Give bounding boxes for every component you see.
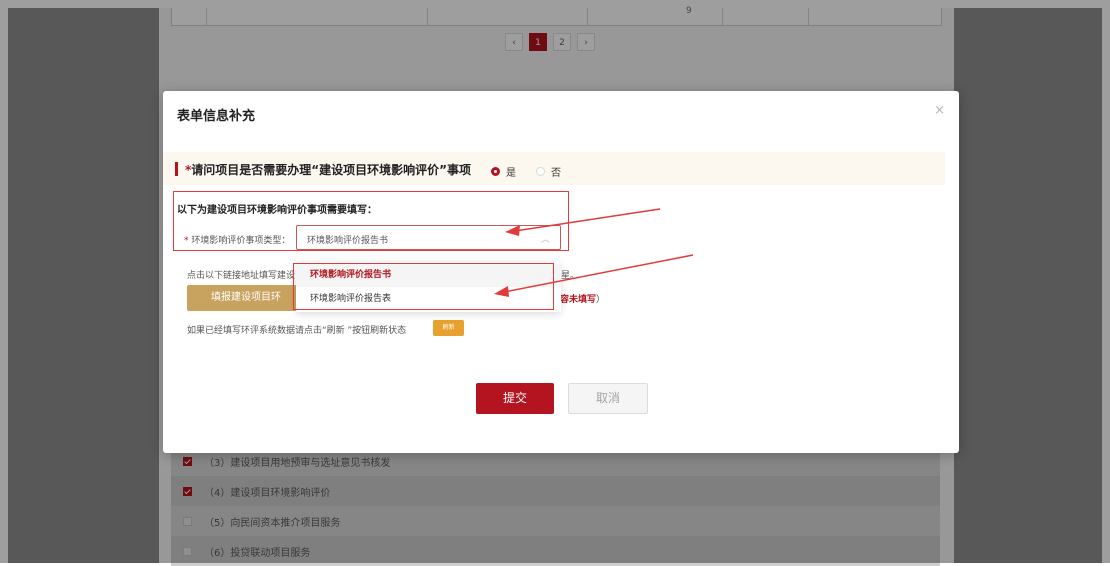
refresh-hint: 如果已经填写环评系统数据请点击“刷新 ”按钮刷新状态 <box>187 326 407 336</box>
radio-no[interactable]: 否 <box>536 164 561 179</box>
section-marker <box>175 162 178 176</box>
radio-yes[interactable]: 是 <box>491 164 516 179</box>
radio-checked-icon <box>491 167 500 176</box>
fill-eia-button[interactable]: 填报建设项目环 <box>187 285 297 311</box>
radio-no-label: 否 <box>551 168 561 179</box>
refresh-button[interactable]: 刷新 <box>433 320 464 336</box>
annotation-box-dropdown <box>293 263 554 310</box>
status-warning: 容未填写） <box>560 292 605 305</box>
radio-yes-label: 是 <box>506 168 516 179</box>
dialog-title: 表单信息补充 <box>177 109 256 124</box>
link-hint-text: 点击以下链接地址填写建设 <box>187 271 296 281</box>
close-icon[interactable]: × <box>934 103 945 118</box>
annotation-box-section <box>173 191 569 251</box>
submit-button[interactable]: 提交 <box>476 383 554 414</box>
question-text: *请问项目是否需要办理“建设项目环境影响评价”事项 <box>185 161 471 178</box>
link-hint-tail: 星。 <box>561 271 580 281</box>
cancel-button[interactable]: 取消 <box>568 383 648 414</box>
question-label: 请问项目是否需要办理“建设项目环境影响评价”事项 <box>191 163 472 177</box>
question-bar: *请问项目是否需要办理“建设项目环境影响评价”事项 是 否 <box>163 152 945 185</box>
warning-paren: ） <box>596 295 606 305</box>
form-supplement-dialog: 表单信息补充 × *请问项目是否需要办理“建设项目环境影响评价”事项 是 否 以… <box>163 91 959 453</box>
radio-unchecked-icon <box>536 167 545 176</box>
warning-text: 容未填写 <box>560 295 597 305</box>
